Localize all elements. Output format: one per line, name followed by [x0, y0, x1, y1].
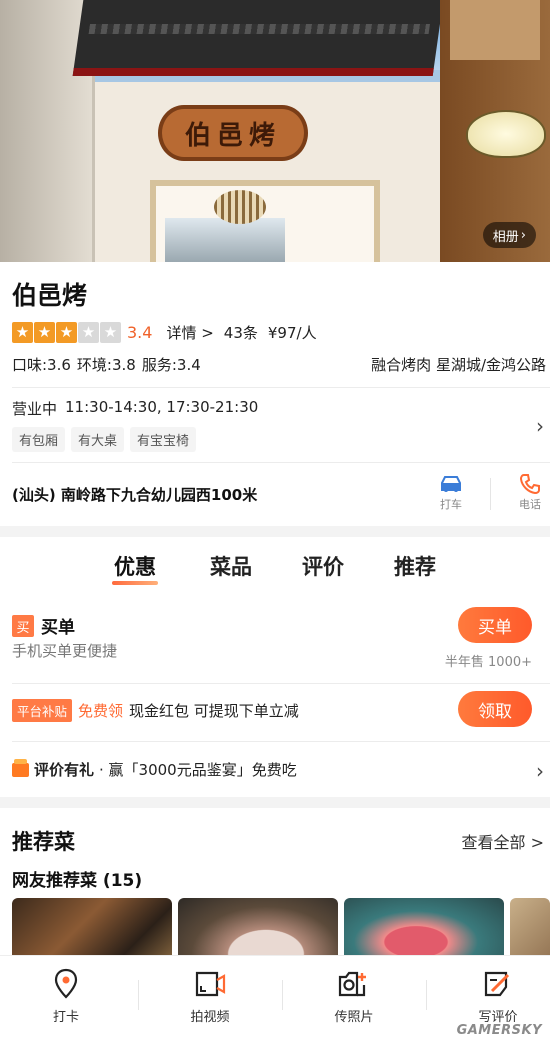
- view-all-link[interactable]: 查看全部 >: [462, 829, 545, 853]
- star-rating: ★ ★ ★ ★ ★: [12, 321, 121, 343]
- star-icon: ★: [12, 321, 33, 343]
- star-icon: ★: [100, 321, 121, 343]
- tab-dishes[interactable]: 菜品: [210, 551, 252, 581]
- write-review-button[interactable]: 写评价: [448, 968, 548, 1025]
- phone-button[interactable]: 电话: [510, 472, 550, 512]
- facility-tags: 有包厢 有大桌 有宝宝椅: [12, 427, 197, 452]
- location-pin-icon: [53, 968, 79, 1000]
- bottom-action-bar: 打卡 拍视频 传照片 写评价 GAMERSKY: [0, 955, 550, 1046]
- chevron-right-icon[interactable]: ›: [536, 414, 544, 438]
- divider: [12, 462, 550, 463]
- rating-score: 3.4: [127, 322, 153, 342]
- pay-bill-button[interactable]: 买单: [458, 607, 532, 643]
- divider: [12, 683, 550, 684]
- star-icon: ★: [56, 321, 77, 343]
- shop-address[interactable]: (汕头) 南岭路下九合幼儿园西100米: [12, 484, 257, 505]
- free-claim-text: 免费领: [78, 701, 124, 720]
- maidan-subtitle: 手机买单更便捷: [12, 642, 118, 660]
- hero-roof: [72, 0, 444, 76]
- env-score: 环境:3.8: [76, 356, 136, 374]
- hours-text: 11:30-14:30, 17:30-21:30: [65, 398, 259, 416]
- add-photo-icon: [337, 968, 371, 1000]
- divider: [490, 478, 491, 510]
- divider: [426, 980, 427, 1010]
- taste-score: 口味:3.6: [12, 356, 71, 374]
- review-gift-row[interactable]: 评价有礼 · 赢「3000元品鉴宴」免费吃: [12, 758, 297, 780]
- hero-sign-text: 伯邑烤: [184, 120, 281, 151]
- facility-tag: 有大桌: [71, 427, 125, 452]
- sub-score-row: 口味:3.6 环境:3.8 服务:3.4 融合烤肉 星湖城/金鸿公路: [12, 354, 546, 375]
- hero-inner-room: [165, 218, 285, 262]
- shoot-video-label: 拍视频: [190, 1010, 230, 1025]
- video-camera-icon: [193, 968, 227, 1000]
- facility-tag: 有包厢: [12, 427, 66, 452]
- service-score: 服务:3.4: [141, 356, 201, 374]
- tab-reviews[interactable]: 评价: [302, 551, 344, 581]
- rating-row[interactable]: ★ ★ ★ ★ ★ 3.4 详情 > 43条 ¥97/人: [12, 321, 317, 343]
- taxi-label: 打车: [440, 498, 462, 511]
- sold-count: 半年售 1000+: [444, 655, 532, 670]
- recommend-title: 推荐菜: [12, 830, 75, 854]
- subsidy-text: 现金红包 可提现下单立减: [129, 701, 299, 720]
- subsidy-badge: 平台补贴: [12, 698, 73, 722]
- business-hours[interactable]: 营业中 11:30-14:30, 17:30-21:30: [12, 398, 258, 419]
- star-icon: ★: [34, 321, 55, 343]
- open-status: 营业中: [12, 400, 58, 418]
- claim-button[interactable]: 领取: [458, 691, 532, 727]
- write-review-icon: [482, 968, 514, 1000]
- shop-name: 伯邑烤: [12, 281, 88, 310]
- section-tabs: 优惠 菜品 评价 推荐: [0, 551, 550, 591]
- category-area[interactable]: 融合烤肉 星湖城/金鸿公路: [371, 354, 546, 375]
- recommend-card: 推荐菜 查看全部 > 网友推荐菜 (15): [0, 808, 550, 978]
- maidan-badge: 买: [12, 615, 34, 637]
- review-gift-title: 评价有礼: [34, 761, 95, 779]
- divider: [282, 980, 283, 1010]
- subsidy-row: 平台补贴 免费领 现金红包 可提现下单立减: [12, 698, 299, 722]
- upload-photo-label: 传照片: [334, 1010, 374, 1025]
- hero-shop-sign: 伯邑烤: [158, 105, 308, 161]
- detail-link[interactable]: 详情 >: [166, 322, 213, 343]
- lantern-icon: [466, 110, 546, 158]
- hero-photo[interactable]: 伯邑烤 相册 ›: [0, 0, 550, 262]
- checkin-button[interactable]: 打卡: [16, 968, 116, 1025]
- review-count: 43条: [223, 323, 258, 342]
- upload-photo-button[interactable]: 传照片: [304, 968, 404, 1025]
- star-icon: ★: [78, 321, 99, 343]
- facility-tag: 有宝宝椅: [130, 427, 197, 452]
- review-gift-text: · 赢「3000元品鉴宴」免费吃: [99, 761, 297, 779]
- album-label: 相册: [492, 229, 519, 245]
- cage-lamp-icon: [214, 190, 266, 224]
- phone-icon: [519, 472, 541, 496]
- chevron-right-icon: ›: [520, 227, 526, 243]
- checkin-label: 打卡: [52, 1010, 79, 1025]
- deals-card: 优惠 菜品 评价 推荐 买 买单 手机买单更便捷 买单 半年售 1000+ 平台…: [0, 537, 550, 797]
- car-icon: [438, 472, 464, 496]
- tab-recommend[interactable]: 推荐: [394, 551, 436, 581]
- divider: [12, 741, 550, 742]
- watermark: GAMERSKY: [456, 1023, 542, 1038]
- phone-label: 电话: [519, 498, 541, 511]
- recommend-subtitle: 网友推荐菜 (15): [12, 871, 143, 891]
- maidan-title: 买单: [41, 618, 75, 638]
- divider: [138, 980, 139, 1010]
- shop-info-card: 伯邑烤 ★ ★ ★ ★ ★ 3.4 详情 > 43条 ¥97/人 口味:3.6 …: [0, 262, 550, 526]
- tab-deals[interactable]: 优惠: [112, 551, 158, 585]
- avg-price: ¥97/人: [267, 323, 317, 342]
- chevron-right-icon[interactable]: ›: [536, 759, 544, 783]
- shoot-video-button[interactable]: 拍视频: [160, 968, 260, 1025]
- gift-icon: [12, 758, 29, 777]
- divider: [12, 387, 550, 388]
- album-button[interactable]: 相册 ›: [482, 222, 536, 248]
- taxi-button[interactable]: 打车: [431, 472, 471, 512]
